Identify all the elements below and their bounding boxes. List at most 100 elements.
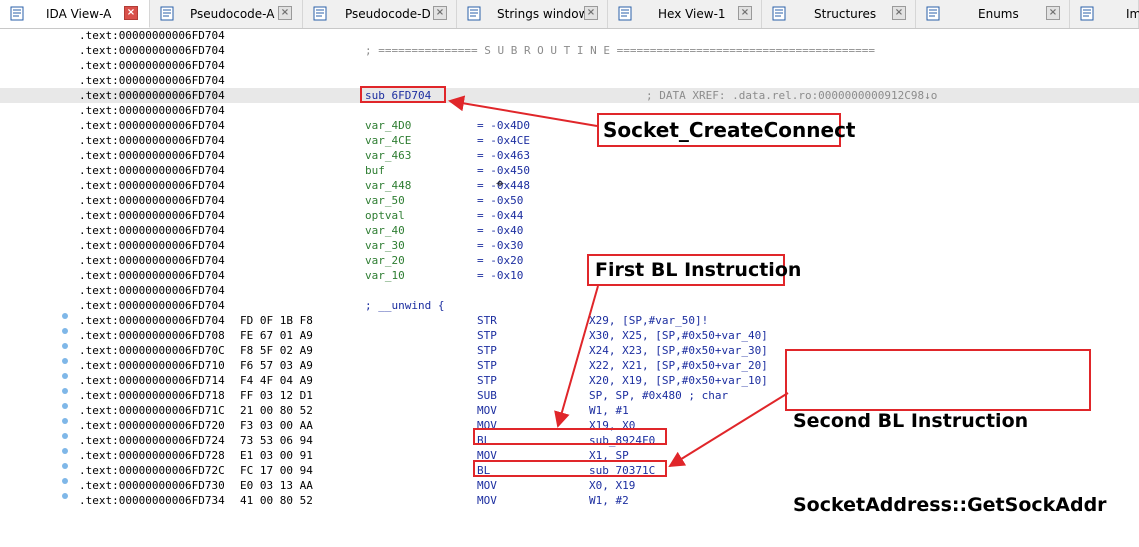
operands: X24, X23, [SP,#0x50+var_30]: [589, 344, 768, 357]
listing-row[interactable]: .text:00000000006FD704 var_10 = -0x10: [0, 268, 1139, 283]
socket-create-connect-label: Socket_CreateConnect: [597, 113, 856, 147]
close-tab-icon[interactable]: ×: [124, 6, 138, 20]
listing-row[interactable]: .text:00000000006FD704 sub_6FD704; DATA X…: [0, 88, 1139, 103]
row-bytes: FD 0F 1B F8: [240, 314, 313, 327]
variable-offset: = -0x20: [477, 254, 524, 267]
listing-row[interactable]: .text:00000000006FD704 ; __unwind {: [0, 298, 1139, 313]
row-address: .text:00000000006FD704: [79, 209, 225, 222]
variable-offset: = -0x4D0: [477, 119, 530, 132]
listing-row[interactable]: .text:00000000006FD704 var_50 = -0x50: [0, 193, 1139, 208]
tab-pseudocode-d[interactable]: Pseudocode-D ×: [303, 0, 457, 28]
row-address: .text:00000000006FD704: [79, 44, 225, 57]
listing-row[interactable]: .text:00000000006FD704 var_4D0 = -0x4D0: [0, 118, 1139, 133]
tab-ida-view-a[interactable]: IDA View-A ×: [0, 0, 150, 28]
tab-strings-window[interactable]: Strings window ×: [457, 0, 608, 28]
row-address: .text:00000000006FD704: [79, 149, 225, 162]
variable-name: var_4CE: [365, 134, 412, 147]
variable-name: var_30: [365, 239, 405, 252]
listing-row[interactable]: .text:00000000006FD704 buf = -0x450: [0, 163, 1139, 178]
row-label: ; =============== S U B R O U T I N E ==…: [365, 44, 875, 57]
tab-hex-view-1[interactable]: Hex View-1 ×: [608, 0, 762, 28]
listing-row[interactable]: .text:00000000006FD704 optval = -0x44: [0, 208, 1139, 223]
listing-row[interactable]: .text:00000000006FD704 ; =============== …: [0, 43, 1139, 58]
row-address: .text:00000000006FD704: [79, 29, 225, 42]
listing-row[interactable]: .text:00000000006FD704: [0, 283, 1139, 298]
variable-offset: = -0x4CE: [477, 134, 530, 147]
row-address: .text:00000000006FD704: [79, 179, 225, 192]
tab-label: Hex View-1: [658, 7, 726, 21]
breakpoint-dot-icon[interactable]: [62, 448, 68, 454]
variable-name: var_463: [365, 149, 412, 162]
close-tab-icon[interactable]: ×: [892, 6, 906, 20]
mnemonic: MOV: [477, 404, 497, 417]
row-address: .text:00000000006FD70C: [79, 344, 225, 357]
row-bytes: FC 17 00 94: [240, 464, 313, 477]
breakpoint-dot-icon[interactable]: [62, 358, 68, 364]
listing-row[interactable]: .text:00000000006FD704 var_4CE = -0x4CE: [0, 133, 1139, 148]
first-bl-highlight-box: [473, 428, 667, 445]
mnemonic: STP: [477, 359, 497, 372]
operands: SP, SP, #0x480 ; char: [589, 389, 729, 402]
xref-comment: ; DATA XREF: .data.rel.ro:0000000000912C…: [646, 89, 938, 102]
breakpoint-dot-icon[interactable]: [62, 373, 68, 379]
row-address: .text:00000000006FD704: [79, 284, 225, 297]
breakpoint-dot-icon[interactable]: [62, 418, 68, 424]
listing-row[interactable]: .text:00000000006FD704 var_40 = -0x40: [0, 223, 1139, 238]
row-bytes: F8 5F 02 A9: [240, 344, 313, 357]
listing-row[interactable]: .text:00000000006FD704 FD 0F 1B F8 STR X29,…: [0, 313, 1139, 328]
breakpoint-dot-icon[interactable]: [62, 493, 68, 499]
row-address: .text:00000000006FD704: [79, 89, 225, 102]
listing-row[interactable]: .text:00000000006FD704: [0, 103, 1139, 118]
row-address: .text:00000000006FD730: [79, 479, 225, 492]
mnemonic: MOV: [477, 494, 497, 507]
close-tab-icon[interactable]: ×: [278, 6, 292, 20]
close-tab-icon[interactable]: ×: [738, 6, 752, 20]
listing-row[interactable]: .text:00000000006FD704 var_20 = -0x20: [0, 253, 1139, 268]
row-address: .text:00000000006FD718: [79, 389, 225, 402]
variable-name: optval: [365, 209, 405, 222]
listing-row[interactable]: .text:00000000006FD704 var_448 = -0x448: [0, 178, 1139, 193]
row-address: .text:00000000006FD710: [79, 359, 225, 372]
breakpoint-dot-icon[interactable]: [62, 343, 68, 349]
tab-enums[interactable]: Enums ×: [916, 0, 1070, 28]
mnemonic: STR: [477, 314, 497, 327]
breakpoint-dot-icon[interactable]: [62, 463, 68, 469]
variable-offset: = -0x30: [477, 239, 524, 252]
operands: X30, X25, [SP,#0x50+var_40]: [589, 329, 768, 342]
listing-row[interactable]: .text:00000000006FD704: [0, 73, 1139, 88]
variable-offset: = -0x40: [477, 224, 524, 237]
second-bl-label-line1: Second BL Instruction: [793, 410, 1029, 432]
listing-row[interactable]: .text:00000000006FD704 var_30 = -0x30: [0, 238, 1139, 253]
variable-offset: = -0x10: [477, 269, 524, 282]
tab-pseudocode-a[interactable]: Pseudocode-A ×: [150, 0, 303, 28]
breakpoint-dot-icon[interactable]: [62, 388, 68, 394]
listing-row[interactable]: .text:00000000006FD704: [0, 58, 1139, 73]
second-bl-instruction-label: Second BL Instruction SocketAddress::Get…: [785, 349, 1107, 516]
variable-name: var_50: [365, 194, 405, 207]
row-address: .text:00000000006FD728: [79, 449, 225, 462]
listing-row[interactable]: .text:00000000006FD704: [0, 28, 1139, 43]
row-bytes: FE 67 01 A9: [240, 329, 313, 342]
breakpoint-dot-icon[interactable]: [62, 403, 68, 409]
listing-row[interactable]: .text:00000000006FD704 var_463 = -0x463: [0, 148, 1139, 163]
variable-name: var_40: [365, 224, 405, 237]
breakpoint-dot-icon[interactable]: [62, 478, 68, 484]
close-tab-icon[interactable]: ×: [1046, 6, 1060, 20]
variable-offset: = -0x44: [477, 209, 524, 222]
listing-row[interactable]: .text:00000000006FD708 FE 67 01 A9 STP X30,…: [0, 328, 1139, 343]
close-tab-icon[interactable]: ×: [433, 6, 447, 20]
breakpoint-dot-icon[interactable]: [62, 433, 68, 439]
row-address: .text:00000000006FD724: [79, 434, 225, 447]
structures-icon: [772, 6, 786, 21]
tab-label: Pseudocode-D: [345, 7, 431, 21]
close-tab-icon[interactable]: ×: [584, 6, 598, 20]
row-bytes: E0 03 13 AA: [240, 479, 313, 492]
imports-icon: [1080, 6, 1094, 21]
row-address: .text:00000000006FD704: [79, 194, 225, 207]
breakpoint-dot-icon[interactable]: [62, 313, 68, 319]
breakpoint-dot-icon[interactable]: [62, 328, 68, 334]
tab-structures[interactable]: Structures ×: [762, 0, 916, 28]
operands: X29, [SP,#var_50]!: [589, 314, 709, 327]
variable-name: var_448: [365, 179, 412, 192]
tab-im[interactable]: Im: [1070, 0, 1139, 28]
